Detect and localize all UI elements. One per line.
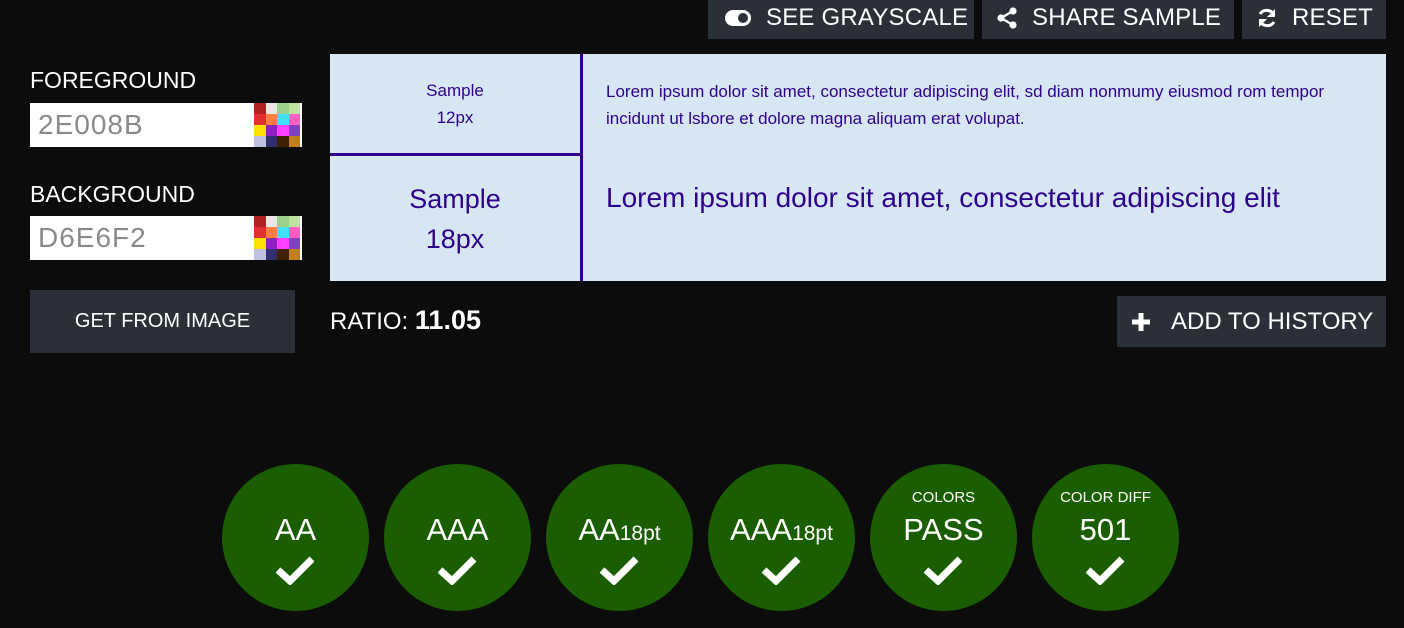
check-icon [599,556,639,585]
foreground-hex-value: 2E008B [38,109,144,140]
check-icon [437,556,477,585]
result-main-label: 501 [1079,512,1132,547]
result-caption: COLORS [911,489,976,506]
foreground-field[interactable]: 2E008B [30,103,302,147]
see-grayscale-button[interactable]: SEE GRAYSCALE [708,0,974,39]
result-caption: COLOR DIFF [1060,489,1151,506]
ratio-label: RATIO: [330,308,409,335]
sample-large-label-line1: Sample [409,184,501,214]
reset-label: RESET [1292,3,1374,31]
plus-icon [1131,312,1151,332]
sample-divider-vertical [580,54,583,281]
see-grayscale-label: SEE GRAYSCALE [766,3,969,31]
sample-large-label-line2: 18px [425,224,485,254]
toggle-icon [724,9,752,27]
check-icon [1085,556,1125,585]
result-main-label: AAA18pt [730,512,833,547]
share-sample-button[interactable]: SHARE SAMPLE [982,0,1234,39]
sample-small-label-line1: Sample [426,81,484,100]
result-suffix: 18pt [619,522,661,545]
result-suffix: 18pt [792,522,833,545]
sample-small-text: Lorem ipsum dolor sit amet, consectetur … [606,82,1325,128]
color-palette-icon[interactable] [254,216,300,260]
result-main-label: AAA [426,512,489,547]
result-color-diff: COLOR DIFF 501 [1032,464,1179,611]
color-palette-icon[interactable] [254,103,300,147]
sample-divider-horizontal [330,153,580,156]
result-main-label: AA [274,512,317,547]
contrast-ratio: RATIO: 11.05 [330,305,481,336]
result-main-label: AA18pt [578,512,661,547]
sample-preview: Sample 12px Sample 18px Lorem ipsum dolo… [330,54,1386,281]
result-colors: COLORS PASS [870,464,1017,611]
result-aa: AA [222,464,369,611]
add-to-history-label: ADD TO HISTORY [1171,307,1374,335]
result-aaa: AAA [384,464,531,611]
sample-large-text: Lorem ipsum dolor sit amet, consectetur … [606,182,1280,213]
result-main-label: PASS [903,512,984,547]
background-hex-value: D6E6F2 [38,222,147,253]
foreground-label: FOREGROUND [30,67,197,93]
sample-small-label: Sample 12px [330,54,580,154]
share-sample-label: SHARE SAMPLE [1032,3,1222,31]
add-to-history-button[interactable]: ADD TO HISTORY [1117,296,1386,347]
reset-button[interactable]: RESET [1242,0,1386,39]
background-field[interactable]: D6E6F2 [30,216,302,260]
result-aa-18pt: AA18pt [546,464,693,611]
get-from-image-button[interactable]: GET FROM IMAGE [30,290,295,353]
check-icon [275,556,315,585]
ratio-value: 11.05 [414,305,481,335]
refresh-icon [1256,7,1278,29]
background-label: BACKGROUND [30,181,195,207]
sample-large-label: Sample 18px [330,157,580,281]
result-aaa-18pt: AAA18pt [708,464,855,611]
check-icon [761,556,801,585]
sample-small-label-line2: 12px [436,108,474,127]
share-icon [996,6,1018,29]
get-from-image-label: GET FROM IMAGE [74,310,251,332]
check-icon [923,556,963,585]
